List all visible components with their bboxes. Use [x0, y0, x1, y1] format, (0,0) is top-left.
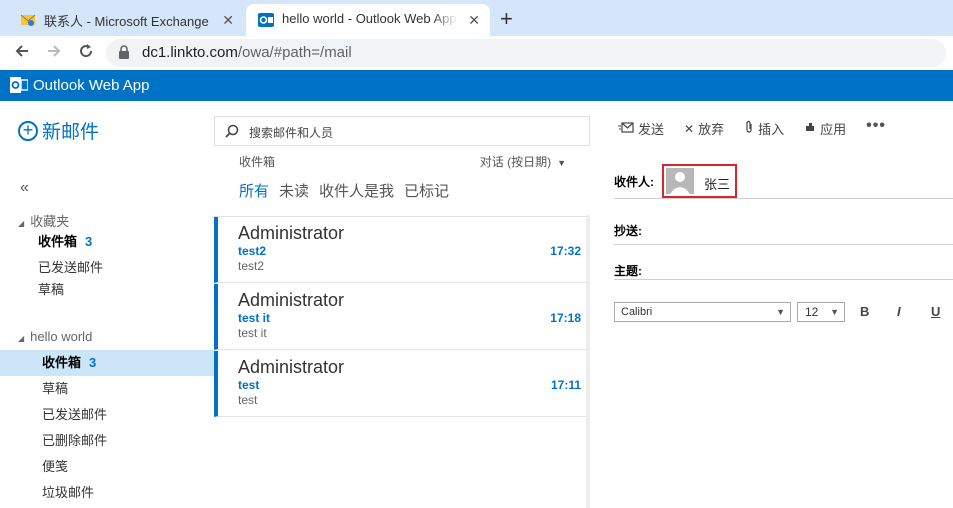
close-icon[interactable]: ✕	[222, 12, 234, 29]
to-label: 收件人:	[614, 175, 654, 189]
message-time: 17:11	[550, 378, 581, 392]
tab-contacts[interactable]: 联系人 - Microsoft Exchange ✕	[8, 4, 244, 36]
outlook-icon	[258, 12, 274, 28]
plus-icon: +	[18, 120, 38, 141]
font-family-select[interactable]: Calibri ▼	[614, 302, 791, 322]
underline-button[interactable]: U	[931, 304, 940, 319]
back-icon[interactable]	[12, 42, 32, 62]
collapse-pane-icon[interactable]: «	[20, 179, 29, 197]
app-title: Outlook Web App	[33, 77, 150, 94]
tab-title: 联系人 - Microsoft Exchange	[44, 14, 209, 29]
message-subject: test2	[238, 244, 267, 258]
discard-button[interactable]: ✕ 放弃	[684, 119, 724, 138]
current-folder-label: 收件箱	[239, 155, 276, 169]
divider	[614, 198, 953, 199]
folder-junk[interactable]: 垃圾邮件	[0, 480, 214, 506]
font-size-select[interactable]: 12 ▼	[797, 302, 845, 322]
message-sender: Administrator	[238, 290, 345, 310]
folder-inbox[interactable]: 收件箱 3	[0, 350, 214, 376]
apps-button[interactable]: 应用	[804, 119, 846, 138]
folder-pane: + 新邮件 « ◢ 收藏夹 收件箱 3 已发送邮件 草稿 ◢ hello world …	[0, 101, 214, 508]
contacts-icon	[20, 12, 36, 28]
italic-button[interactable]: I	[897, 304, 901, 319]
triangle-down-icon: ◢	[18, 219, 25, 228]
lock-icon[interactable]	[118, 45, 130, 64]
message-list-pane: 搜索邮件和人员 收件箱 对话 (按日期) ▼ 所有 未读 收件人是我 已标记 Ad…	[214, 101, 590, 508]
compose-toolbar: 发送 ✕ 放弃 插入 应用 •••	[618, 117, 906, 138]
sort-dropdown[interactable]: 对话 (按日期) ▼	[480, 153, 566, 170]
caret-down-icon: ▼	[776, 307, 785, 317]
message-item[interactable]: Administrator test test 17:11	[214, 351, 589, 417]
tab-title: hello world - Outlook Web App	[282, 11, 457, 26]
folder-deleted[interactable]: 已删除邮件	[0, 428, 214, 454]
new-tab-button[interactable]: +	[500, 6, 513, 32]
message-preview: test2	[238, 259, 265, 273]
message-time: 17:18	[550, 311, 581, 325]
filter-all[interactable]: 所有	[239, 180, 269, 201]
search-input[interactable]: 搜索邮件和人员	[214, 116, 590, 146]
favorites-header[interactable]: ◢ 收藏夹	[18, 211, 69, 230]
message-preview: test it	[238, 326, 267, 340]
divider	[614, 244, 953, 245]
message-item[interactable]: Administrator test it test it 17:18	[214, 284, 589, 350]
folder-drafts[interactable]: 草稿	[0, 376, 214, 402]
reload-icon[interactable]	[76, 42, 96, 62]
subject-label: 主题:	[614, 264, 642, 278]
divider	[614, 279, 953, 280]
close-icon[interactable]: ✕	[468, 12, 480, 29]
send-button[interactable]: 发送	[618, 119, 664, 138]
forward-icon[interactable]	[44, 42, 64, 62]
message-item[interactable]: Administrator test2 test2 17:32	[214, 217, 589, 283]
folder-notes[interactable]: 便笺	[0, 454, 214, 480]
url-field[interactable]: dc1.linkto.com/owa/#path=/mail	[106, 39, 946, 67]
tab-hello-world[interactable]: hello world - Outlook Web App ✕	[246, 4, 490, 36]
message-time: 17:32	[550, 244, 581, 258]
message-sender: Administrator	[238, 357, 345, 377]
bold-button[interactable]: B	[860, 304, 869, 319]
mailbox-header[interactable]: ◢ hello world	[18, 329, 92, 344]
triangle-down-icon: ◢	[18, 334, 25, 343]
cc-label: 抄送:	[614, 224, 642, 238]
insert-button[interactable]: 插入	[744, 119, 784, 138]
filter-unread[interactable]: 未读	[279, 180, 309, 201]
message-sender: Administrator	[238, 223, 345, 243]
search-icon	[225, 124, 239, 143]
message-preview: test	[238, 393, 258, 407]
filter-to-me[interactable]: 收件人是我	[319, 180, 394, 201]
puzzle-icon	[804, 121, 816, 136]
filter-bar: 所有 未读 收件人是我 已标记	[239, 180, 449, 201]
browser-tabstrip: 联系人 - Microsoft Exchange ✕ hello world -…	[0, 0, 953, 36]
avatar-icon	[666, 168, 694, 194]
address-bar: dc1.linkto.com/owa/#path=/mail	[0, 36, 953, 70]
message-subject: test	[238, 378, 260, 392]
caret-down-icon: ▼	[557, 158, 566, 168]
new-mail-button[interactable]: + 新邮件	[18, 117, 99, 144]
outlook-logo-icon	[10, 77, 29, 98]
search-placeholder: 搜索邮件和人员	[249, 126, 334, 140]
send-icon	[618, 121, 634, 136]
close-icon: ✕	[684, 121, 695, 136]
filter-flagged[interactable]: 已标记	[404, 180, 449, 201]
paperclip-icon	[744, 120, 754, 137]
folder-sent[interactable]: 已发送邮件	[0, 402, 214, 428]
compose-pane: 发送 ✕ 放弃 插入 应用 ••• 收件人: 张三 抄送: 主题: Calibri…	[590, 101, 953, 508]
new-mail-label: 新邮件	[42, 122, 100, 143]
recipient-name: 张三	[704, 177, 731, 192]
more-options-icon[interactable]: •••	[866, 117, 886, 135]
recipient-chip[interactable]: 张三	[662, 164, 737, 198]
folder-favorites-drafts[interactable]: 草稿	[0, 277, 214, 303]
message-subject: test it	[238, 311, 271, 325]
folder-favorites-inbox[interactable]: 收件箱 3	[0, 229, 214, 255]
owa-header: Outlook Web App	[0, 70, 953, 101]
url-text: dc1.linkto.com/owa/#path=/mail	[142, 44, 352, 61]
caret-down-icon: ▼	[830, 307, 839, 317]
